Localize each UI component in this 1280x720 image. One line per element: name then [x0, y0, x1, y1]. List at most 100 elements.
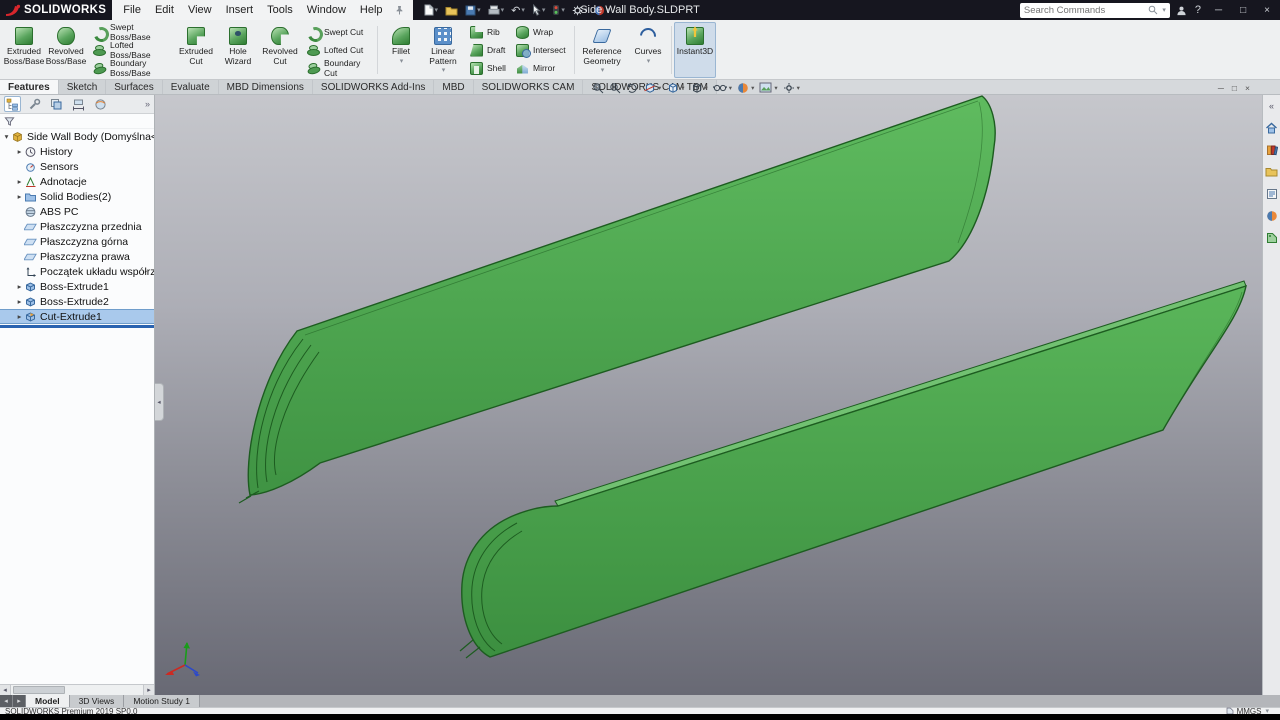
expand-task-pane-icon[interactable]: «: [1264, 98, 1279, 113]
menu-view[interactable]: View: [181, 0, 219, 20]
featuremanager-tab[interactable]: [4, 96, 21, 112]
expand-open-icon[interactable]: ▾: [2, 132, 11, 141]
pin-menu-icon[interactable]: [390, 5, 409, 15]
expand-closed-icon[interactable]: ▸: [15, 177, 24, 186]
extruded-boss-base-button[interactable]: Extruded Boss/Base: [3, 22, 45, 78]
instant3d-button[interactable]: Instant3D: [674, 22, 716, 78]
file-explorer-icon[interactable]: [1264, 164, 1279, 179]
user-account-icon[interactable]: [1176, 5, 1187, 16]
tree-item-history[interactable]: ▸ History: [0, 144, 154, 159]
3d-views-tab[interactable]: 3D Views: [69, 695, 125, 707]
extruded-cut-button[interactable]: Extruded Cut: [175, 22, 217, 78]
swept-boss-base-button[interactable]: Swept Boss/Base: [90, 22, 172, 42]
solidworks-resources-icon[interactable]: [1264, 120, 1279, 135]
dimxpertmanager-tab[interactable]: [70, 96, 87, 112]
menu-insert[interactable]: Insert: [219, 0, 261, 20]
panel-horizontal-scrollbar[interactable]: ◂ ▸: [0, 684, 154, 695]
chevron-down-icon[interactable]: ▾: [774, 84, 777, 92]
tree-item-cut-extrude1[interactable]: ▸ Cut-Extrude1: [0, 309, 154, 324]
print-button[interactable]: ▾: [485, 1, 508, 19]
open-document-button[interactable]: [442, 1, 461, 19]
rebuild-button[interactable]: ▾: [549, 1, 568, 19]
expand-closed-icon[interactable]: ▸: [15, 192, 24, 201]
tab-scroll-left-button[interactable]: ◂: [0, 695, 13, 707]
filter-icon[interactable]: [4, 116, 15, 127]
expand-closed-icon[interactable]: ▸: [15, 282, 24, 291]
view-orientation-button[interactable]: ▾: [666, 82, 685, 94]
tree-item-boss-extrude2[interactable]: ▸ Boss-Extrude2: [0, 294, 154, 309]
tab-evaluate[interactable]: Evaluate: [162, 80, 219, 94]
tab-scroll-right-button[interactable]: ▸: [13, 695, 26, 707]
displaymanager-tab[interactable]: [92, 96, 109, 112]
chevron-down-icon[interactable]: ▾: [601, 66, 605, 74]
tree-item-origin[interactable]: Początek układu współrzędnych: [0, 264, 154, 279]
scrollbar-track[interactable]: [11, 685, 143, 695]
boundary-boss-base-button[interactable]: Boundary Boss/Base: [90, 58, 172, 78]
boundary-cut-button[interactable]: Boundary Cut: [304, 58, 372, 78]
chevron-down-icon[interactable]: ▾: [705, 84, 708, 92]
shell-button[interactable]: Shell: [467, 60, 507, 77]
draft-button[interactable]: Draft: [467, 42, 507, 59]
zoom-to-fit-button[interactable]: [592, 82, 604, 94]
scroll-left-button[interactable]: ◂: [0, 685, 11, 695]
tab-solidworks-addins[interactable]: SOLIDWORKS Add-Ins: [312, 80, 435, 94]
doc-minimize-button[interactable]: ─: [1218, 83, 1224, 93]
3d-scene[interactable]: [155, 95, 1262, 695]
minimize-button[interactable]: ─: [1209, 5, 1228, 16]
tree-item-top-plane[interactable]: Płaszczyzna górna: [0, 234, 154, 249]
revolved-boss-base-button[interactable]: Revolved Boss/Base: [45, 22, 87, 78]
menu-window[interactable]: Window: [300, 0, 353, 20]
doc-restore-button[interactable]: □: [1232, 83, 1237, 93]
previous-view-button[interactable]: [626, 82, 638, 94]
expand-closed-icon[interactable]: ▸: [15, 147, 24, 156]
menu-edit[interactable]: Edit: [148, 0, 181, 20]
help-icon[interactable]: ?: [1193, 4, 1203, 16]
panel-collapse-handle[interactable]: ◂: [155, 383, 164, 421]
tab-sketch[interactable]: Sketch: [58, 80, 107, 94]
manager-tabs-overflow-icon[interactable]: »: [145, 99, 150, 109]
hide-show-items-button[interactable]: ▾: [712, 82, 732, 93]
new-document-button[interactable]: ▾: [421, 1, 442, 19]
reference-geometry-button[interactable]: Reference Geometry ▾: [577, 22, 627, 78]
view-settings-button[interactable]: ▾: [783, 82, 800, 94]
expand-closed-icon[interactable]: ▸: [15, 312, 24, 321]
search-input[interactable]: [1023, 4, 1146, 16]
chevron-down-icon[interactable]: ▾: [647, 57, 651, 65]
chevron-down-icon[interactable]: ▾: [442, 66, 446, 74]
wrap-button[interactable]: Wrap: [513, 24, 569, 41]
section-view-button[interactable]: ▾: [643, 82, 661, 94]
linear-pattern-button[interactable]: Linear Pattern ▾: [422, 22, 464, 78]
viewport[interactable]: ◂: [155, 95, 1262, 695]
apply-scene-button[interactable]: ▾: [759, 82, 778, 93]
menu-tools[interactable]: Tools: [260, 0, 300, 20]
tree-item-boss-extrude1[interactable]: ▸ Boss-Extrude1: [0, 279, 154, 294]
tree-item-front-plane[interactable]: Płaszczyzna przednia: [0, 219, 154, 234]
scroll-right-button[interactable]: ▸: [143, 685, 154, 695]
save-button[interactable]: ▾: [462, 1, 484, 19]
fillet-button[interactable]: Fillet ▾: [380, 22, 422, 78]
undo-button[interactable]: ↶ ▾: [508, 1, 528, 19]
lofted-cut-button[interactable]: Lofted Cut: [304, 42, 372, 59]
zoom-to-area-button[interactable]: [609, 82, 621, 94]
tree-item-right-plane[interactable]: Płaszczyzna prawa: [0, 249, 154, 264]
tree-item-solid-bodies[interactable]: ▸ Solid Bodies(2): [0, 189, 154, 204]
edit-appearance-button[interactable]: ▾: [737, 82, 754, 94]
tab-solidworks-cam[interactable]: SOLIDWORKS CAM: [473, 80, 584, 94]
close-button[interactable]: ×: [1258, 5, 1276, 16]
model-tab[interactable]: Model: [26, 695, 70, 707]
chevron-down-icon[interactable]: ▾: [681, 84, 684, 92]
rollback-bar[interactable]: [0, 325, 154, 328]
custom-properties-icon[interactable]: [1264, 230, 1279, 245]
display-style-button[interactable]: ▾: [690, 82, 708, 94]
maximize-button[interactable]: □: [1234, 5, 1252, 16]
tab-mbd-dimensions[interactable]: MBD Dimensions: [218, 80, 313, 94]
tab-features[interactable]: Features: [0, 80, 59, 94]
intersect-button[interactable]: Intersect: [513, 42, 569, 59]
select-button[interactable]: ▾: [529, 1, 549, 19]
tab-surfaces[interactable]: Surfaces: [106, 80, 163, 94]
chevron-down-icon[interactable]: ▾: [797, 84, 800, 92]
tree-item-material[interactable]: ABS PC: [0, 204, 154, 219]
chevron-down-icon[interactable]: ▾: [400, 57, 404, 65]
doc-close-button[interactable]: ×: [1245, 83, 1250, 93]
view-palette-icon[interactable]: [1264, 186, 1279, 201]
